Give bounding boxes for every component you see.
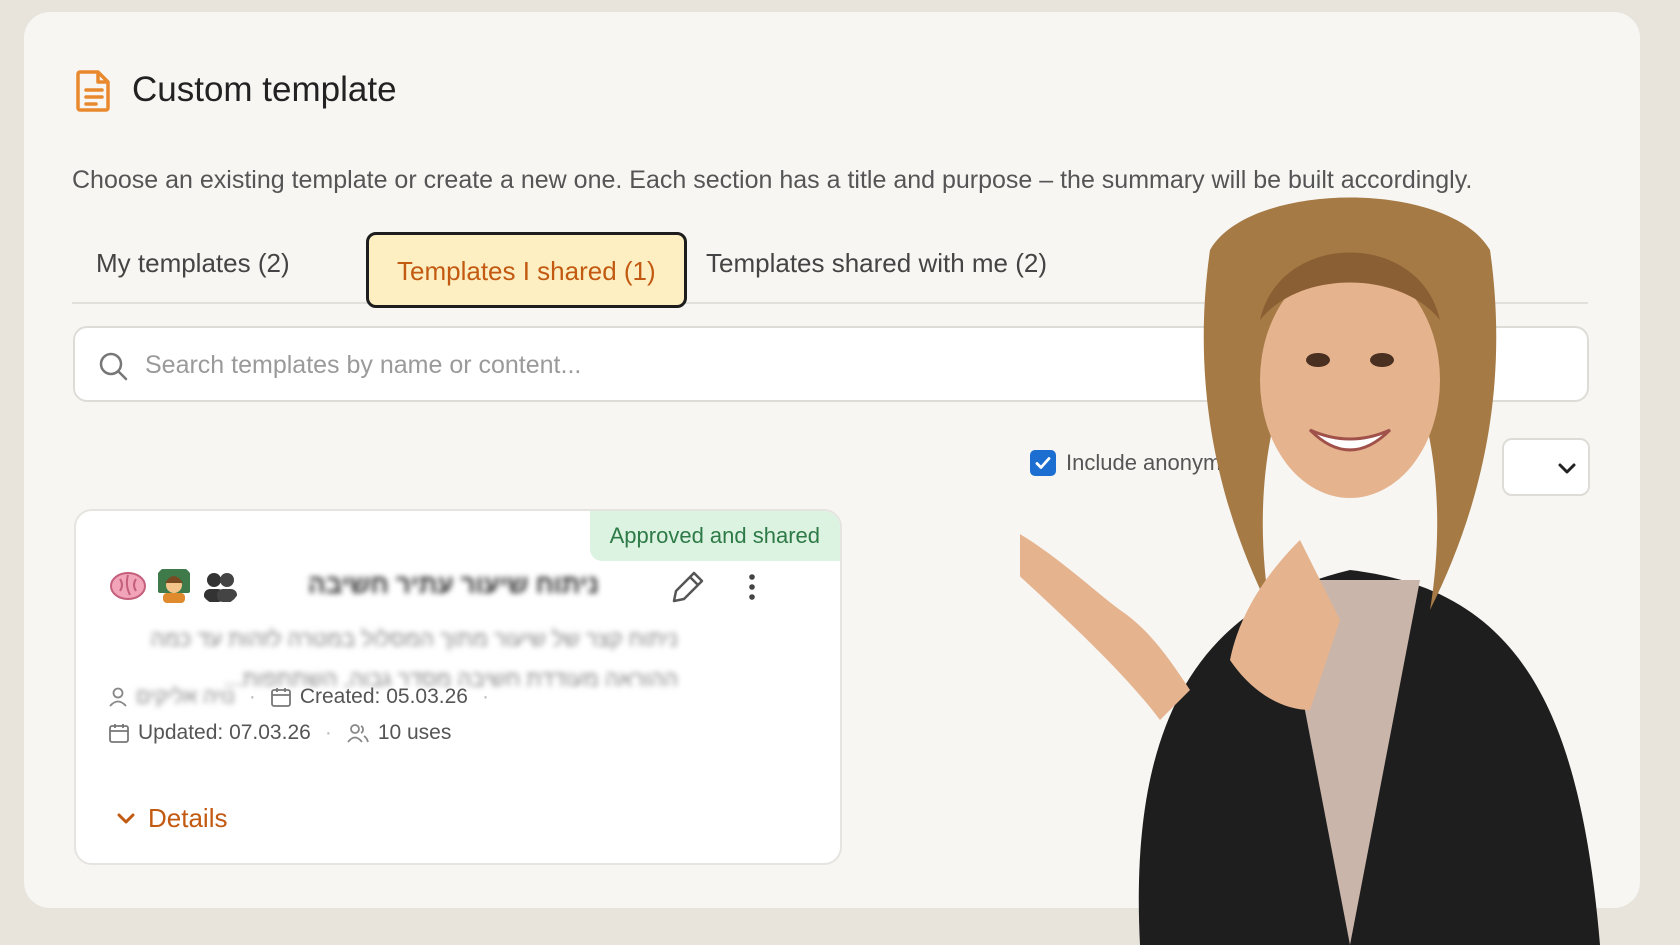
details-toggle[interactable]: Details bbox=[116, 803, 227, 834]
calendar-icon bbox=[109, 724, 129, 743]
template-meta-row-1: נויה אליקים · Created: 05.03.26 · bbox=[108, 685, 495, 709]
tab-templates-shared-with-me[interactable]: Templates shared with me (2) bbox=[706, 234, 1047, 292]
calendar-icon bbox=[270, 688, 291, 707]
people-icon bbox=[204, 573, 237, 602]
template-author: נויה אליקים bbox=[136, 685, 235, 708]
template-card[interactable]: Approved and shared ניתוח שיעור עתיר חשי… bbox=[74, 509, 842, 865]
separator-dot: · bbox=[481, 685, 489, 708]
template-emojis bbox=[108, 565, 240, 605]
document-icon bbox=[76, 70, 110, 112]
template-meta-row-2: Updated: 07.03.26 · 10 uses bbox=[108, 721, 451, 745]
user-icon bbox=[109, 687, 127, 707]
details-label: Details bbox=[148, 803, 228, 833]
chevron-down-icon bbox=[117, 813, 135, 823]
template-created-date: Created: 05.03.26 bbox=[299, 685, 468, 708]
separator-dot: · bbox=[248, 685, 256, 708]
template-title: ניתוח שיעור עתיר חשיבה bbox=[308, 569, 599, 599]
more-options-icon[interactable] bbox=[742, 567, 762, 607]
teacher-icon bbox=[158, 569, 190, 603]
edit-icon[interactable] bbox=[668, 567, 708, 607]
page-title: Custom template bbox=[132, 70, 397, 109]
tab-templates-i-shared[interactable]: Templates I shared (1) bbox=[366, 232, 687, 308]
brain-icon bbox=[110, 572, 146, 600]
tab-my-templates[interactable]: My templates (2) bbox=[96, 234, 290, 292]
template-uses-count: 10 uses bbox=[377, 721, 452, 744]
separator-dot: · bbox=[324, 721, 332, 744]
users-icon bbox=[347, 724, 369, 743]
search-icon bbox=[99, 352, 128, 381]
presenter-photo bbox=[1020, 197, 1600, 945]
search-input[interactable] bbox=[145, 342, 1145, 388]
panel-header: Custom template bbox=[74, 68, 397, 112]
status-badge: Approved and shared bbox=[589, 511, 840, 561]
template-updated-date: Updated: 07.03.26 bbox=[138, 721, 311, 744]
